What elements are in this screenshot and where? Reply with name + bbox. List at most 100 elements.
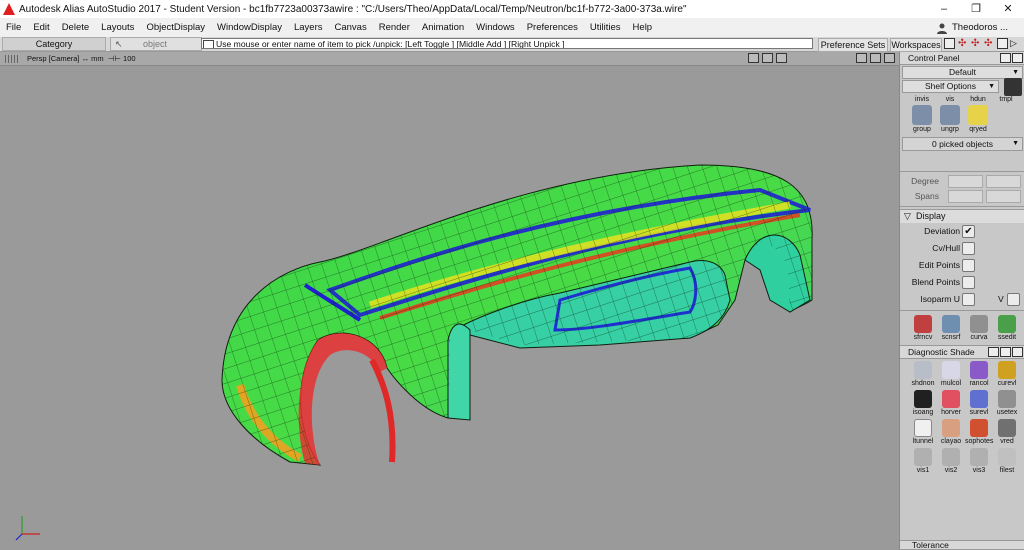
- workspaces-button[interactable]: Workspaces: [890, 38, 942, 52]
- user-account[interactable]: Theodoros ...: [932, 18, 1024, 37]
- shelf-tool[interactable]: hdun: [964, 96, 992, 103]
- workspace-settings-icon[interactable]: ✣: [958, 38, 969, 49]
- shelf-tool[interactable]: vis: [936, 96, 964, 103]
- user-icon: [937, 23, 947, 34]
- prompt-line[interactable]: Use mouse or enter name of item to pick …: [201, 38, 813, 49]
- shelf-tool[interactable]: tmpl: [992, 96, 1020, 103]
- expand-arrow-icon[interactable]: ▷: [1010, 38, 1019, 49]
- close-button[interactable]: ✕: [992, 0, 1024, 18]
- category-button[interactable]: Category: [2, 37, 106, 51]
- tool-label: shdnon: [911, 380, 935, 387]
- shelf-tool[interactable]: invis: [908, 96, 936, 103]
- menu-file[interactable]: File: [0, 18, 27, 37]
- menu-help[interactable]: Help: [627, 18, 659, 37]
- panel-window-icon[interactable]: [1000, 347, 1011, 357]
- shelf-tool[interactable]: mulcol: [937, 361, 965, 387]
- object-field[interactable]: ↖ object: [110, 37, 202, 51]
- workspace-settings-icon[interactable]: ✣: [971, 38, 982, 49]
- shelf-tool[interactable]: filest: [993, 448, 1021, 474]
- tool-label: group: [913, 126, 931, 133]
- shelf-tool[interactable]: group: [908, 105, 936, 133]
- shelf-tool[interactable]: qryed: [964, 105, 992, 133]
- menu-layouts[interactable]: Layouts: [95, 18, 140, 37]
- isoparm-u-checkbox[interactable]: [962, 293, 975, 306]
- shelf-tool[interactable]: clayao: [937, 419, 965, 445]
- prompt-text: Use mouse or enter name of item to pick …: [216, 39, 565, 49]
- prompt-window-icon: [203, 40, 214, 48]
- analysis-shelf: sfrncv scnsrf curva ssedit: [900, 313, 1024, 342]
- collapse-arrow-icon: ▽: [904, 211, 911, 221]
- diagnostic-shade-title: Diagnostic Shade: [908, 347, 975, 357]
- car-model[interactable]: [0, 52, 899, 549]
- panel-close-icon[interactable]: [1012, 53, 1023, 63]
- deviation-checkbox[interactable]: ✔: [962, 225, 975, 238]
- menu-canvas[interactable]: Canvas: [329, 18, 373, 37]
- light-tunnel-icon: [914, 419, 932, 437]
- chevron-down-icon: ▼: [1012, 69, 1019, 76]
- menu-objectdisplay[interactable]: ObjectDisplay: [140, 18, 211, 37]
- shelf-tool[interactable]: horver: [937, 390, 965, 416]
- menu-utilities[interactable]: Utilities: [584, 18, 627, 37]
- shelf-tool[interactable]: ungrp: [936, 105, 964, 133]
- tool-label: vis2: [944, 467, 958, 474]
- divider: [900, 310, 1024, 311]
- menu-preferences[interactable]: Preferences: [521, 18, 584, 37]
- tool-label: tmpl: [999, 96, 1013, 103]
- workspace-window-icon[interactable]: [944, 38, 955, 49]
- menu-edit[interactable]: Edit: [27, 18, 55, 37]
- shelf-tool[interactable]: vis1: [909, 448, 937, 474]
- menu-layers[interactable]: Layers: [288, 18, 329, 37]
- title-bar: Autodesk Alias AutoStudio 2017 - Student…: [0, 0, 1024, 18]
- preference-sets-button[interactable]: Preference Sets: [818, 38, 888, 52]
- degree-v-field[interactable]: [986, 175, 1021, 188]
- degree-u-field[interactable]: [948, 175, 983, 188]
- degree-row: Degree: [900, 174, 1024, 189]
- shelf-tool[interactable]: scnsrf: [937, 315, 965, 341]
- workspace-window-icon[interactable]: [997, 38, 1008, 49]
- menu-windows[interactable]: Windows: [470, 18, 521, 37]
- cv-hull-row: Cv/Hull: [900, 240, 1024, 257]
- shelf-tool[interactable]: sfrncv: [909, 315, 937, 341]
- spans-v-field[interactable]: [986, 190, 1021, 203]
- cv-hull-checkbox[interactable]: [962, 242, 975, 255]
- blend-points-checkbox[interactable]: [962, 276, 975, 289]
- shelf-tool[interactable]: vis3: [965, 448, 993, 474]
- tool-label: sfrncv: [913, 334, 933, 341]
- shelf-tool[interactable]: usetex: [993, 390, 1021, 416]
- shelf-tool[interactable]: ltunnel: [909, 419, 937, 445]
- shelf-tool[interactable]: ssedit: [993, 315, 1021, 341]
- perspective-viewport[interactable]: Persp [Camera] ↔ mm ⊣⊢ 100: [0, 52, 899, 549]
- shelf-tool[interactable]: shdnon: [909, 361, 937, 387]
- shelf-tool[interactable]: vred: [993, 419, 1021, 445]
- divider: [900, 171, 1024, 172]
- panel-window-icon[interactable]: [1000, 53, 1011, 63]
- workspace-settings-icon[interactable]: ✣: [984, 38, 995, 49]
- display-section-header[interactable]: ▽ Display: [900, 209, 1024, 223]
- shelf-tool[interactable]: vis2: [937, 448, 965, 474]
- spans-u-field[interactable]: [948, 190, 983, 203]
- menu-windowdisplay[interactable]: WindowDisplay: [211, 18, 288, 37]
- edit-points-checkbox[interactable]: [962, 259, 975, 272]
- menu-animation[interactable]: Animation: [416, 18, 470, 37]
- panel-window-icon[interactable]: [988, 347, 999, 357]
- shelf-tool[interactable]: isoang: [909, 390, 937, 416]
- menu-bar: File Edit Delete Layouts ObjectDisplay W…: [0, 18, 1024, 37]
- menu-render[interactable]: Render: [373, 18, 416, 37]
- isoparm-v-checkbox[interactable]: [1007, 293, 1020, 306]
- file-settings-icon: [998, 448, 1016, 466]
- shelf-options-dropdown[interactable]: Shelf Options ▼: [902, 80, 999, 93]
- panel-close-icon[interactable]: [1012, 347, 1023, 357]
- restore-button[interactable]: ❐: [960, 0, 992, 18]
- shelf-tool[interactable]: sophotes: [965, 419, 993, 445]
- shelf-tool[interactable]: surevl: [965, 390, 993, 416]
- picked-objects-dropdown[interactable]: 0 picked objects ▼: [902, 137, 1023, 151]
- shelf-tool[interactable]: curva: [965, 315, 993, 341]
- shelf-tool[interactable]: curevl: [993, 361, 1021, 387]
- menu-delete[interactable]: Delete: [56, 18, 95, 37]
- tool-label: isoang: [912, 409, 934, 416]
- tolerance-section[interactable]: Tolerance: [900, 540, 1024, 550]
- minimize-button[interactable]: –: [928, 0, 960, 18]
- isoangle-icon: [914, 390, 932, 408]
- trash-icon[interactable]: [1004, 78, 1022, 96]
- shelf-tool[interactable]: rancol: [965, 361, 993, 387]
